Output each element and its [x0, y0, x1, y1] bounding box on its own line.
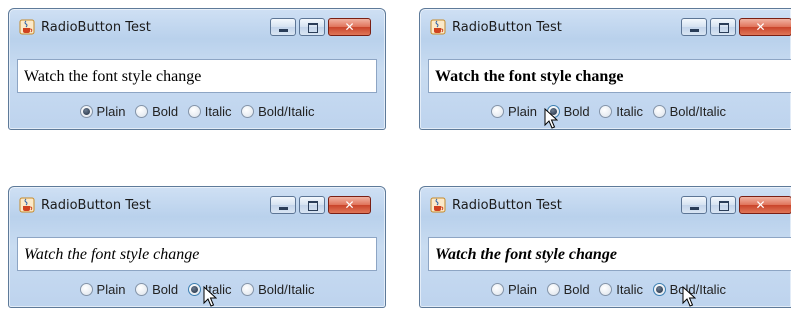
maximize-button[interactable] — [299, 18, 325, 36]
radio-selected-icon — [79, 105, 93, 119]
window-plain: RadioButton Test ✕ Watch the font style … — [8, 8, 386, 130]
minimize-button[interactable] — [681, 18, 707, 36]
radio-bold[interactable]: Bold — [546, 282, 590, 297]
text-field-value: Watch the font style change — [435, 246, 617, 263]
window-bold-italic: RadioButton Test ✕ Watch the font style … — [419, 186, 791, 308]
minimize-button[interactable] — [270, 18, 296, 36]
minimize-icon — [690, 29, 699, 32]
minimize-icon — [279, 207, 288, 210]
radio-icon — [241, 105, 255, 119]
minimize-button[interactable] — [681, 196, 707, 214]
close-icon: ✕ — [755, 198, 766, 212]
maximize-icon — [308, 23, 318, 33]
window-title: RadioButton Test — [452, 198, 562, 213]
radio-group: Plain Bold Italic Bold/Italic — [9, 281, 385, 301]
radio-selected-icon — [187, 283, 201, 297]
radio-plain[interactable]: Plain — [79, 282, 125, 297]
text-field[interactable]: Watch the font style change — [428, 59, 791, 93]
radio-plain[interactable]: Plain — [79, 104, 125, 119]
java-cup-icon — [430, 197, 446, 213]
maximize-icon — [308, 201, 318, 211]
radio-bold-italic[interactable]: Bold/Italic — [652, 282, 726, 297]
radio-italic[interactable]: Italic — [599, 282, 643, 297]
java-cup-icon — [19, 197, 35, 213]
text-field[interactable]: Watch the font style change — [17, 237, 377, 271]
radio-selected-icon — [652, 283, 666, 297]
radio-group: Plain Bold Italic Bold/Italic — [9, 103, 385, 123]
radio-selected-icon — [546, 105, 560, 119]
minimize-button[interactable] — [270, 196, 296, 214]
radio-group: Plain Bold Italic Bold/Italic — [420, 103, 791, 123]
radio-icon — [491, 283, 505, 297]
radio-icon — [599, 105, 613, 119]
window-bold: RadioButton Test ✕ Watch the font style … — [419, 8, 791, 130]
text-field-value: Watch the font style change — [435, 68, 624, 85]
radio-icon — [546, 283, 560, 297]
radio-plain[interactable]: Plain — [491, 104, 537, 119]
maximize-icon — [719, 201, 729, 211]
window-title: RadioButton Test — [41, 20, 151, 35]
radio-italic[interactable]: Italic — [187, 104, 231, 119]
window-italic: RadioButton Test ✕ Watch the font style … — [8, 186, 386, 308]
title-bar[interactable]: RadioButton Test ✕ — [420, 187, 791, 223]
maximize-button[interactable] — [710, 196, 736, 214]
radio-icon — [599, 283, 613, 297]
radio-icon — [187, 105, 201, 119]
text-field-value: Watch the font style change — [24, 68, 202, 85]
java-cup-icon — [430, 19, 446, 35]
window-title: RadioButton Test — [452, 20, 562, 35]
close-button[interactable]: ✕ — [328, 196, 371, 214]
radio-bold-italic[interactable]: Bold/Italic — [241, 282, 314, 297]
minimize-icon — [690, 207, 699, 210]
maximize-button[interactable] — [299, 196, 325, 214]
title-bar[interactable]: RadioButton Test ✕ — [420, 9, 791, 45]
maximize-button[interactable] — [710, 18, 736, 36]
radio-bold-italic[interactable]: Bold/Italic — [241, 104, 314, 119]
radio-bold[interactable]: Bold — [546, 104, 590, 119]
text-field-value: Watch the font style change — [24, 246, 200, 263]
close-icon: ✕ — [344, 198, 355, 212]
close-button[interactable]: ✕ — [739, 196, 791, 214]
radio-italic[interactable]: Italic — [599, 104, 643, 119]
radio-bold[interactable]: Bold — [135, 282, 178, 297]
radio-icon — [135, 105, 149, 119]
radio-bold-italic[interactable]: Bold/Italic — [652, 104, 726, 119]
radio-icon — [135, 283, 149, 297]
radio-group: Plain Bold Italic Bold/Italic — [420, 281, 791, 301]
radio-plain[interactable]: Plain — [491, 282, 537, 297]
window-title: RadioButton Test — [41, 198, 151, 213]
minimize-icon — [279, 29, 288, 32]
text-field[interactable]: Watch the font style change — [17, 59, 377, 93]
maximize-icon — [719, 23, 729, 33]
radio-icon — [79, 283, 93, 297]
radio-bold[interactable]: Bold — [135, 104, 178, 119]
close-button[interactable]: ✕ — [328, 18, 371, 36]
java-cup-icon — [19, 19, 35, 35]
radio-icon — [491, 105, 505, 119]
text-field[interactable]: Watch the font style change — [428, 237, 791, 271]
close-icon: ✕ — [755, 20, 766, 34]
close-icon: ✕ — [344, 20, 355, 34]
radio-icon — [241, 283, 255, 297]
close-button[interactable]: ✕ — [739, 18, 791, 36]
title-bar[interactable]: RadioButton Test ✕ — [9, 9, 385, 45]
radio-icon — [652, 105, 666, 119]
radio-italic[interactable]: Italic — [187, 282, 231, 297]
title-bar[interactable]: RadioButton Test ✕ — [9, 187, 385, 223]
